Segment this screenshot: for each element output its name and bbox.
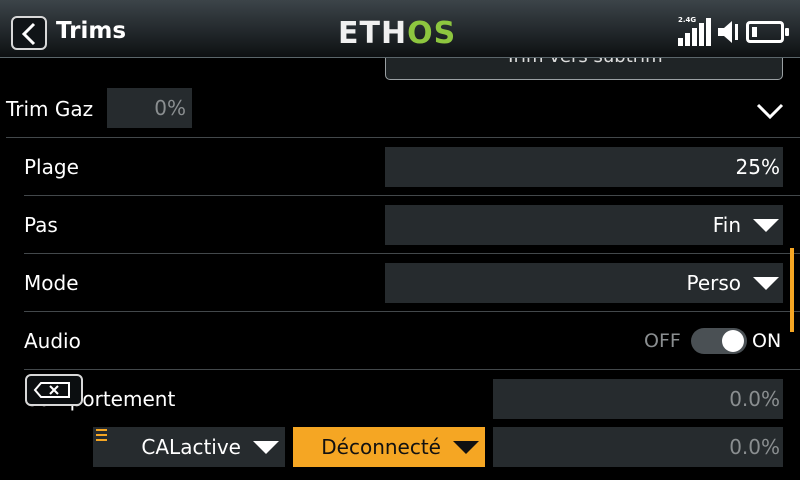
- trims-content: Trim vers subtrim Trim Gaz 0% Plage 25% …: [0, 58, 800, 480]
- toggle-knob: [722, 330, 744, 352]
- bottom-value-field[interactable]: 0.0%: [493, 427, 783, 467]
- pas-label: Pas: [24, 213, 58, 237]
- back-button[interactable]: [11, 16, 47, 50]
- pas-dropdown[interactable]: Fin: [385, 205, 783, 245]
- logo-main: ETH: [338, 16, 408, 51]
- backspace-icon: [33, 382, 70, 398]
- page-title: Trims: [56, 18, 127, 44]
- delete-button[interactable]: [25, 374, 83, 406]
- audio-off-label: OFF: [644, 330, 681, 352]
- top-bar: Trims ETHOS 2.4G: [0, 0, 800, 58]
- plage-field[interactable]: 25%: [385, 147, 783, 187]
- switch-dropdown[interactable]: CALactive: [93, 427, 285, 467]
- hamburger-icon: [96, 429, 107, 441]
- plage-label: Plage: [24, 155, 79, 179]
- chevron-left-icon: [21, 22, 36, 46]
- switch-value: CALactive: [141, 435, 241, 459]
- dropdown-arrow-icon: [753, 276, 779, 290]
- trim-gaz-label: Trim Gaz: [6, 97, 94, 121]
- state-value: Déconnecté: [321, 435, 441, 459]
- mode-label: Mode: [24, 271, 79, 295]
- separator: [6, 137, 800, 138]
- trim-gaz-value[interactable]: 0%: [107, 88, 192, 128]
- separator: [24, 311, 800, 312]
- audio-label: Audio: [24, 329, 81, 353]
- chevron-down-icon[interactable]: [756, 102, 784, 120]
- mode-value: Perso: [686, 271, 741, 295]
- audio-on-label: ON: [752, 330, 782, 352]
- signal-label: 2.4G: [678, 16, 697, 24]
- audio-toggle[interactable]: [691, 328, 747, 354]
- logo-accent: OS: [407, 16, 457, 51]
- comportement-field[interactable]: 0.0%: [493, 379, 783, 419]
- dropdown-arrow-icon: [453, 440, 479, 454]
- ethos-logo: ETHOS: [338, 16, 456, 51]
- state-dropdown[interactable]: Déconnecté: [293, 427, 485, 467]
- dropdown-arrow-icon: [753, 218, 779, 232]
- pas-value: Fin: [712, 213, 741, 237]
- separator: [24, 195, 800, 196]
- separator: [24, 253, 800, 254]
- separator: [24, 369, 800, 370]
- battery-icon: [746, 21, 789, 43]
- scrollbar[interactable]: [790, 248, 794, 332]
- trim-to-subtrim-label: Trim vers subtrim: [505, 58, 662, 67]
- speaker-icon: [718, 21, 738, 43]
- signal-icon: 2.4G: [678, 16, 712, 46]
- mode-dropdown[interactable]: Perso: [385, 263, 783, 303]
- trim-to-subtrim-button[interactable]: Trim vers subtrim: [385, 58, 783, 80]
- dropdown-arrow-icon: [253, 440, 279, 454]
